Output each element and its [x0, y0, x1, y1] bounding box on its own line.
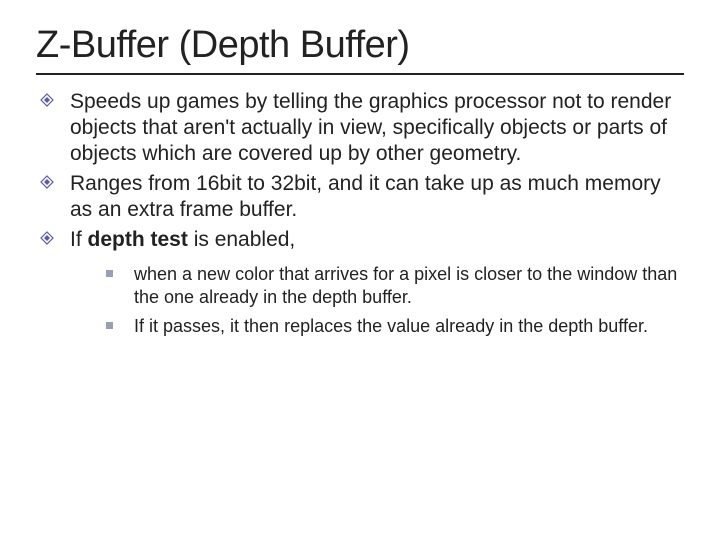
diamond-bullet-icon: [40, 231, 54, 245]
sub-bullet-text: If it passes, it then replaces the value…: [134, 316, 648, 336]
diamond-bullet-icon: [40, 93, 54, 107]
bullet-text-prefix: If: [70, 228, 88, 251]
sub-bullet-item: when a new color that arrives for a pixe…: [128, 263, 684, 309]
diamond-bullet-icon: [40, 175, 54, 189]
bullet-item: Ranges from 16bit to 32bit, and it can t…: [64, 171, 684, 223]
bullet-item: Speeds up games by telling the graphics …: [64, 89, 684, 167]
square-bullet-icon: [106, 270, 113, 277]
square-bullet-icon: [106, 322, 113, 329]
bullet-text: Ranges from 16bit to 32bit, and it can t…: [70, 172, 661, 221]
bullet-text-suffix: is enabled,: [188, 228, 295, 251]
slide-title: Z-Buffer (Depth Buffer): [36, 24, 684, 67]
bullet-text-bold: depth test: [88, 228, 188, 251]
sub-bullet-text: when a new color that arrives for a pixe…: [134, 264, 677, 307]
bullet-list-level2: when a new color that arrives for a pixe…: [70, 263, 684, 338]
bullet-text: Speeds up games by telling the graphics …: [70, 90, 671, 165]
sub-bullet-item: If it passes, it then replaces the value…: [128, 315, 684, 338]
title-underline: [36, 73, 684, 75]
slide: Z-Buffer (Depth Buffer) Speeds up games …: [0, 0, 720, 540]
bullet-item: If depth test is enabled, when a new col…: [64, 227, 684, 338]
bullet-list-level1: Speeds up games by telling the graphics …: [36, 89, 684, 338]
